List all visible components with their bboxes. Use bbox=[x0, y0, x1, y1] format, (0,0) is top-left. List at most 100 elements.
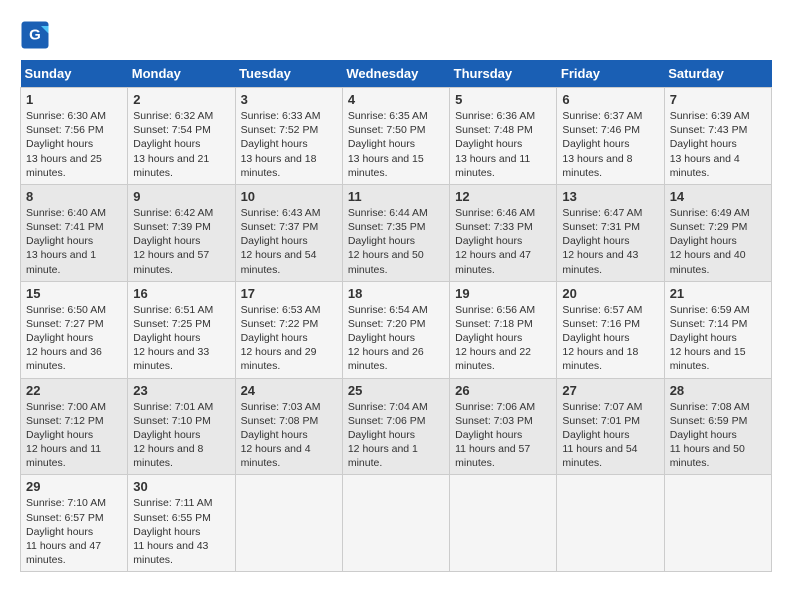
day-number: 19 bbox=[455, 286, 551, 301]
weekday-header: Tuesday bbox=[235, 60, 342, 88]
calendar-cell: 18 Sunrise: 6:54 AM Sunset: 7:20 PM Dayl… bbox=[342, 281, 449, 378]
calendar-row: 29 Sunrise: 7:10 AM Sunset: 6:57 PM Dayl… bbox=[21, 475, 772, 572]
calendar-cell: 12 Sunrise: 6:46 AM Sunset: 7:33 PM Dayl… bbox=[450, 184, 557, 281]
day-number: 20 bbox=[562, 286, 658, 301]
day-number: 8 bbox=[26, 189, 122, 204]
day-number: 10 bbox=[241, 189, 337, 204]
calendar-cell: 2 Sunrise: 6:32 AM Sunset: 7:54 PM Dayli… bbox=[128, 88, 235, 185]
day-number: 28 bbox=[670, 383, 766, 398]
day-info: Sunrise: 7:01 AM Sunset: 7:10 PM Dayligh… bbox=[133, 400, 229, 471]
day-info: Sunrise: 6:42 AM Sunset: 7:39 PM Dayligh… bbox=[133, 206, 229, 277]
calendar-cell: 30 Sunrise: 7:11 AM Sunset: 6:55 PM Dayl… bbox=[128, 475, 235, 572]
day-info: Sunrise: 6:35 AM Sunset: 7:50 PM Dayligh… bbox=[348, 109, 444, 180]
day-number: 29 bbox=[26, 479, 122, 494]
day-info: Sunrise: 6:30 AM Sunset: 7:56 PM Dayligh… bbox=[26, 109, 122, 180]
calendar-cell: 27 Sunrise: 7:07 AM Sunset: 7:01 PM Dayl… bbox=[557, 378, 664, 475]
day-info: Sunrise: 6:37 AM Sunset: 7:46 PM Dayligh… bbox=[562, 109, 658, 180]
day-info: Sunrise: 6:46 AM Sunset: 7:33 PM Dayligh… bbox=[455, 206, 551, 277]
day-info: Sunrise: 7:08 AM Sunset: 6:59 PM Dayligh… bbox=[670, 400, 766, 471]
svg-text:G: G bbox=[29, 27, 41, 44]
day-number: 3 bbox=[241, 92, 337, 107]
day-number: 21 bbox=[670, 286, 766, 301]
calendar-cell: 3 Sunrise: 6:33 AM Sunset: 7:52 PM Dayli… bbox=[235, 88, 342, 185]
weekday-header: Wednesday bbox=[342, 60, 449, 88]
day-number: 9 bbox=[133, 189, 229, 204]
day-info: Sunrise: 7:03 AM Sunset: 7:08 PM Dayligh… bbox=[241, 400, 337, 471]
logo: G bbox=[20, 20, 54, 50]
calendar-cell: 14 Sunrise: 6:49 AM Sunset: 7:29 PM Dayl… bbox=[664, 184, 771, 281]
weekday-header: Sunday bbox=[21, 60, 128, 88]
day-number: 2 bbox=[133, 92, 229, 107]
day-number: 11 bbox=[348, 189, 444, 204]
calendar-cell: 7 Sunrise: 6:39 AM Sunset: 7:43 PM Dayli… bbox=[664, 88, 771, 185]
day-number: 18 bbox=[348, 286, 444, 301]
day-number: 5 bbox=[455, 92, 551, 107]
day-number: 13 bbox=[562, 189, 658, 204]
calendar-cell bbox=[450, 475, 557, 572]
day-info: Sunrise: 6:49 AM Sunset: 7:29 PM Dayligh… bbox=[670, 206, 766, 277]
calendar-cell bbox=[235, 475, 342, 572]
day-number: 6 bbox=[562, 92, 658, 107]
weekday-header: Saturday bbox=[664, 60, 771, 88]
day-number: 22 bbox=[26, 383, 122, 398]
day-number: 12 bbox=[455, 189, 551, 204]
day-info: Sunrise: 6:59 AM Sunset: 7:14 PM Dayligh… bbox=[670, 303, 766, 374]
day-info: Sunrise: 7:11 AM Sunset: 6:55 PM Dayligh… bbox=[133, 496, 229, 567]
day-number: 30 bbox=[133, 479, 229, 494]
calendar-cell: 28 Sunrise: 7:08 AM Sunset: 6:59 PM Dayl… bbox=[664, 378, 771, 475]
calendar-cell bbox=[664, 475, 771, 572]
calendar-cell: 29 Sunrise: 7:10 AM Sunset: 6:57 PM Dayl… bbox=[21, 475, 128, 572]
calendar-cell: 1 Sunrise: 6:30 AM Sunset: 7:56 PM Dayli… bbox=[21, 88, 128, 185]
calendar-cell: 22 Sunrise: 7:00 AM Sunset: 7:12 PM Dayl… bbox=[21, 378, 128, 475]
calendar-cell: 16 Sunrise: 6:51 AM Sunset: 7:25 PM Dayl… bbox=[128, 281, 235, 378]
calendar-cell: 8 Sunrise: 6:40 AM Sunset: 7:41 PM Dayli… bbox=[21, 184, 128, 281]
day-number: 27 bbox=[562, 383, 658, 398]
calendar-cell: 26 Sunrise: 7:06 AM Sunset: 7:03 PM Dayl… bbox=[450, 378, 557, 475]
calendar-cell: 4 Sunrise: 6:35 AM Sunset: 7:50 PM Dayli… bbox=[342, 88, 449, 185]
calendar-cell: 10 Sunrise: 6:43 AM Sunset: 7:37 PM Dayl… bbox=[235, 184, 342, 281]
calendar-cell: 11 Sunrise: 6:44 AM Sunset: 7:35 PM Dayl… bbox=[342, 184, 449, 281]
day-number: 17 bbox=[241, 286, 337, 301]
calendar-cell: 19 Sunrise: 6:56 AM Sunset: 7:18 PM Dayl… bbox=[450, 281, 557, 378]
day-number: 1 bbox=[26, 92, 122, 107]
day-info: Sunrise: 6:32 AM Sunset: 7:54 PM Dayligh… bbox=[133, 109, 229, 180]
calendar-row: 8 Sunrise: 6:40 AM Sunset: 7:41 PM Dayli… bbox=[21, 184, 772, 281]
day-info: Sunrise: 6:57 AM Sunset: 7:16 PM Dayligh… bbox=[562, 303, 658, 374]
calendar-cell bbox=[342, 475, 449, 572]
day-info: Sunrise: 7:04 AM Sunset: 7:06 PM Dayligh… bbox=[348, 400, 444, 471]
calendar-cell: 17 Sunrise: 6:53 AM Sunset: 7:22 PM Dayl… bbox=[235, 281, 342, 378]
calendar-cell: 25 Sunrise: 7:04 AM Sunset: 7:06 PM Dayl… bbox=[342, 378, 449, 475]
calendar-cell: 13 Sunrise: 6:47 AM Sunset: 7:31 PM Dayl… bbox=[557, 184, 664, 281]
day-info: Sunrise: 6:56 AM Sunset: 7:18 PM Dayligh… bbox=[455, 303, 551, 374]
calendar-cell: 6 Sunrise: 6:37 AM Sunset: 7:46 PM Dayli… bbox=[557, 88, 664, 185]
calendar-cell: 15 Sunrise: 6:50 AM Sunset: 7:27 PM Dayl… bbox=[21, 281, 128, 378]
calendar-cell: 24 Sunrise: 7:03 AM Sunset: 7:08 PM Dayl… bbox=[235, 378, 342, 475]
calendar-row: 22 Sunrise: 7:00 AM Sunset: 7:12 PM Dayl… bbox=[21, 378, 772, 475]
calendar-table: SundayMondayTuesdayWednesdayThursdayFrid… bbox=[20, 60, 772, 572]
day-number: 24 bbox=[241, 383, 337, 398]
calendar-cell bbox=[557, 475, 664, 572]
day-info: Sunrise: 6:51 AM Sunset: 7:25 PM Dayligh… bbox=[133, 303, 229, 374]
day-info: Sunrise: 7:00 AM Sunset: 7:12 PM Dayligh… bbox=[26, 400, 122, 471]
day-number: 26 bbox=[455, 383, 551, 398]
day-info: Sunrise: 7:07 AM Sunset: 7:01 PM Dayligh… bbox=[562, 400, 658, 471]
day-info: Sunrise: 6:50 AM Sunset: 7:27 PM Dayligh… bbox=[26, 303, 122, 374]
day-info: Sunrise: 6:36 AM Sunset: 7:48 PM Dayligh… bbox=[455, 109, 551, 180]
day-number: 7 bbox=[670, 92, 766, 107]
calendar-cell: 21 Sunrise: 6:59 AM Sunset: 7:14 PM Dayl… bbox=[664, 281, 771, 378]
day-number: 4 bbox=[348, 92, 444, 107]
day-info: Sunrise: 6:53 AM Sunset: 7:22 PM Dayligh… bbox=[241, 303, 337, 374]
day-info: Sunrise: 6:44 AM Sunset: 7:35 PM Dayligh… bbox=[348, 206, 444, 277]
day-number: 25 bbox=[348, 383, 444, 398]
calendar-body: 1 Sunrise: 6:30 AM Sunset: 7:56 PM Dayli… bbox=[21, 88, 772, 572]
page-header: G bbox=[20, 20, 772, 50]
day-info: Sunrise: 6:43 AM Sunset: 7:37 PM Dayligh… bbox=[241, 206, 337, 277]
day-info: Sunrise: 6:33 AM Sunset: 7:52 PM Dayligh… bbox=[241, 109, 337, 180]
day-info: Sunrise: 7:06 AM Sunset: 7:03 PM Dayligh… bbox=[455, 400, 551, 471]
day-info: Sunrise: 6:40 AM Sunset: 7:41 PM Dayligh… bbox=[26, 206, 122, 277]
calendar-header: SundayMondayTuesdayWednesdayThursdayFrid… bbox=[21, 60, 772, 88]
day-info: Sunrise: 6:39 AM Sunset: 7:43 PM Dayligh… bbox=[670, 109, 766, 180]
calendar-cell: 9 Sunrise: 6:42 AM Sunset: 7:39 PM Dayli… bbox=[128, 184, 235, 281]
logo-icon: G bbox=[20, 20, 50, 50]
day-info: Sunrise: 6:47 AM Sunset: 7:31 PM Dayligh… bbox=[562, 206, 658, 277]
